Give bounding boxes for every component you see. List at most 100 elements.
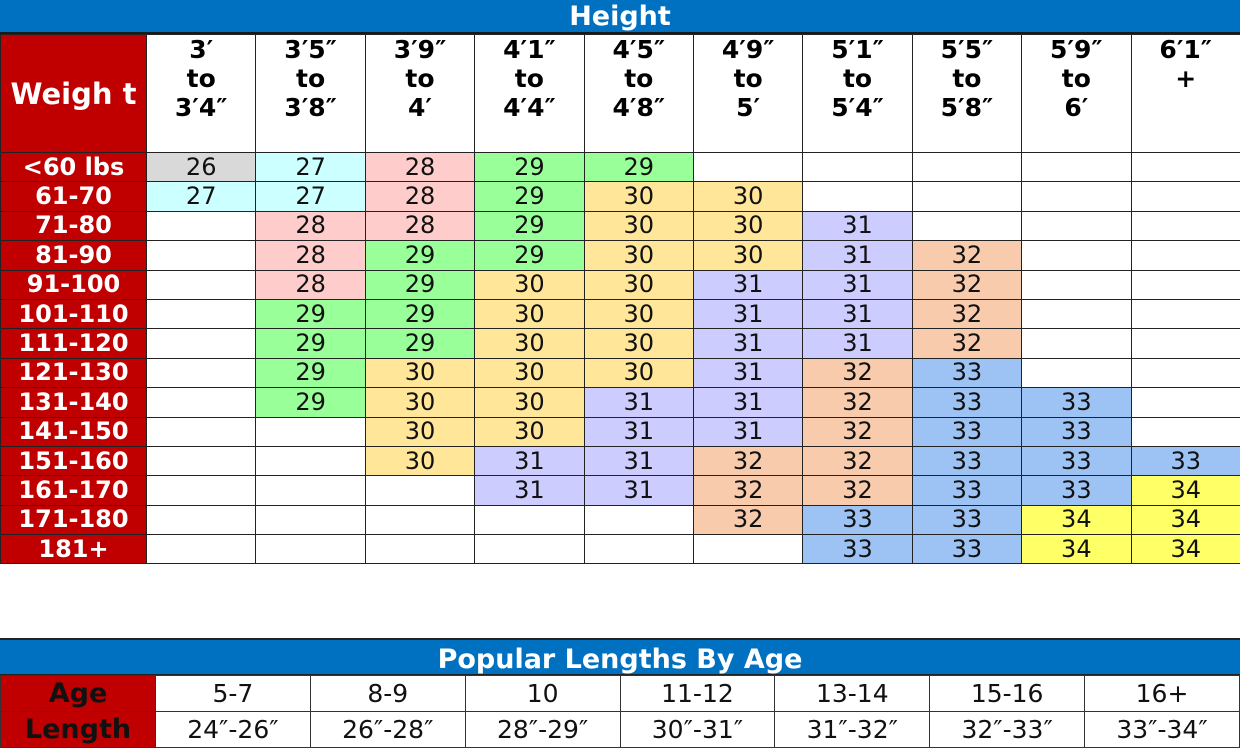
bat-size-cell: 28 bbox=[364, 181, 476, 212]
bat-size-cell: 30 bbox=[364, 387, 476, 418]
weight-range-label: 121-130 bbox=[0, 357, 147, 389]
height-column-header: 6′1″ + bbox=[1130, 34, 1240, 153]
length-label: Length bbox=[0, 711, 156, 748]
bat-size-cell bbox=[145, 534, 257, 565]
bat-size-cell: 33 bbox=[1021, 416, 1132, 447]
bat-size-cell: 31 bbox=[692, 416, 804, 447]
bat-size-cell: 30 bbox=[692, 181, 804, 212]
bat-size-cell: 33 bbox=[911, 416, 1023, 447]
bat-size-cell: 30 bbox=[474, 269, 585, 300]
height-header-line: 3′9″ bbox=[393, 35, 447, 64]
table-row: 81-90 28 29 29 30 30 31 32 bbox=[0, 240, 1240, 271]
bat-size-cell: 34 bbox=[1021, 504, 1132, 536]
height-header-line: 4′4″ bbox=[503, 93, 556, 122]
height-column-header: 4′5″ to 4′8″ bbox=[583, 34, 694, 153]
table-row: 91-100 28 29 30 30 31 31 32 bbox=[0, 269, 1240, 300]
length-cell: 31″-32″ bbox=[774, 711, 931, 748]
bat-size-cell: 30 bbox=[364, 445, 476, 477]
height-header-line: 3′4″ bbox=[174, 93, 228, 122]
bat-size-cell: 30 bbox=[364, 357, 476, 389]
height-header-line: to bbox=[733, 64, 763, 93]
bat-size-cell: 31 bbox=[802, 240, 913, 271]
bat-size-cell: 31 bbox=[802, 298, 913, 330]
height-header-line: to bbox=[296, 64, 326, 93]
age-cell: 16+ bbox=[1084, 675, 1240, 712]
bat-size-cell bbox=[145, 240, 257, 271]
length-cell: 33″-34″ bbox=[1084, 711, 1240, 748]
bat-size-cell: 29 bbox=[474, 240, 585, 271]
height-header-line: 5′5″ bbox=[940, 35, 994, 64]
bat-size-cell: 34 bbox=[1130, 475, 1240, 506]
bat-size-cell: 30 bbox=[583, 328, 694, 359]
bat-size-cell: 27 bbox=[255, 181, 366, 212]
bat-size-cell: 33 bbox=[1021, 445, 1132, 477]
bat-size-cell bbox=[364, 475, 476, 506]
bat-size-cell: 30 bbox=[583, 210, 694, 242]
bat-size-cell: 32 bbox=[692, 475, 804, 506]
bat-size-cell bbox=[364, 534, 476, 565]
bat-size-cell: 34 bbox=[1130, 504, 1240, 536]
height-column-header: 3′9″ to 4′ bbox=[364, 34, 476, 153]
bat-size-cell: 32 bbox=[911, 269, 1023, 300]
weight-range-label: 81-90 bbox=[0, 240, 147, 271]
weight-range-label: 141-150 bbox=[0, 416, 147, 447]
weight-range-label: <60 lbs bbox=[0, 151, 147, 183]
bat-size-cell bbox=[1130, 269, 1240, 300]
bat-size-cell bbox=[1130, 328, 1240, 359]
table-row: 181+ 33 33 34 34 bbox=[0, 534, 1240, 565]
weight-range-label: 91-100 bbox=[0, 269, 147, 300]
table-row: 61-70 27 27 28 29 30 30 bbox=[0, 181, 1240, 212]
table-row: 151-160 30 31 31 32 32 33 33 33 bbox=[0, 445, 1240, 477]
bat-size-cell: 33 bbox=[911, 504, 1023, 536]
bat-size-cell: 31 bbox=[802, 210, 913, 242]
bat-size-cell: 28 bbox=[255, 210, 366, 242]
bat-size-cell: 30 bbox=[583, 240, 694, 271]
bat-size-cell: 31 bbox=[692, 269, 804, 300]
bat-size-cell: 31 bbox=[474, 445, 585, 477]
bat-size-cell bbox=[145, 475, 257, 506]
bat-size-cell: 31 bbox=[583, 387, 694, 418]
weight-range-label: 181+ bbox=[0, 534, 147, 565]
bat-size-cell: 29 bbox=[255, 357, 366, 389]
length-cell: 30″-31″ bbox=[619, 711, 776, 748]
bat-size-cell bbox=[255, 504, 366, 536]
bat-size-cell: 30 bbox=[474, 416, 585, 447]
bat-size-cell bbox=[145, 210, 257, 242]
height-header-line: 6′1″ bbox=[1159, 35, 1212, 64]
age-label: Age bbox=[0, 675, 156, 712]
height-header-line: 4′9″ bbox=[721, 35, 775, 64]
bat-size-cell: 31 bbox=[692, 387, 804, 418]
bat-size-cell bbox=[1021, 357, 1132, 389]
height-header-line: 6′ bbox=[1064, 93, 1089, 122]
height-header-line: to bbox=[842, 64, 873, 93]
weight-range-label: 151-160 bbox=[0, 445, 147, 477]
height-header-line: 3′ bbox=[189, 35, 214, 64]
table-row: 111-120 29 29 30 30 31 31 32 bbox=[0, 328, 1240, 359]
bat-size-cell: 30 bbox=[583, 298, 694, 330]
table-row: 131-140 29 30 30 31 31 32 33 33 bbox=[0, 387, 1240, 418]
bat-size-cell: 29 bbox=[364, 240, 476, 271]
bat-size-cell: 29 bbox=[474, 151, 585, 183]
bat-size-cell: 32 bbox=[802, 475, 913, 506]
bat-size-cell: 31 bbox=[692, 328, 804, 359]
bat-size-cell bbox=[802, 181, 913, 212]
age-cell: 11-12 bbox=[619, 675, 776, 712]
table-row: 121-130 29 30 30 30 31 32 33 bbox=[0, 357, 1240, 389]
size-table-body: <60 lbs 26 27 28 29 29 61-70 27 27 28 29 30 30 71-80 2… bbox=[0, 151, 1240, 565]
height-column-header: 4′9″ to 5′ bbox=[692, 34, 804, 153]
height-column-header: 3′5″ to 3′8″ bbox=[255, 34, 366, 153]
height-header-line: 5′8″ bbox=[940, 93, 994, 122]
bat-size-cell: 31 bbox=[583, 416, 694, 447]
bat-size-cell: 32 bbox=[911, 298, 1023, 330]
bat-size-cell: 30 bbox=[692, 210, 804, 242]
bat-size-cell bbox=[1130, 240, 1240, 271]
bat-size-cell bbox=[1021, 151, 1132, 183]
weight-range-label: 111-120 bbox=[0, 328, 147, 359]
bat-size-cell: 33 bbox=[911, 534, 1023, 565]
bat-size-cell bbox=[1021, 181, 1132, 212]
age-length-table: Age 5-7 8-9 10 11-12 13-14 15-16 16+ Length 24… bbox=[0, 675, 1240, 748]
height-header-line: 5′9″ bbox=[1050, 35, 1103, 64]
bat-size-cell: 31 bbox=[583, 445, 694, 477]
bat-size-cell: 29 bbox=[255, 328, 366, 359]
bat-size-cell: 33 bbox=[911, 475, 1023, 506]
